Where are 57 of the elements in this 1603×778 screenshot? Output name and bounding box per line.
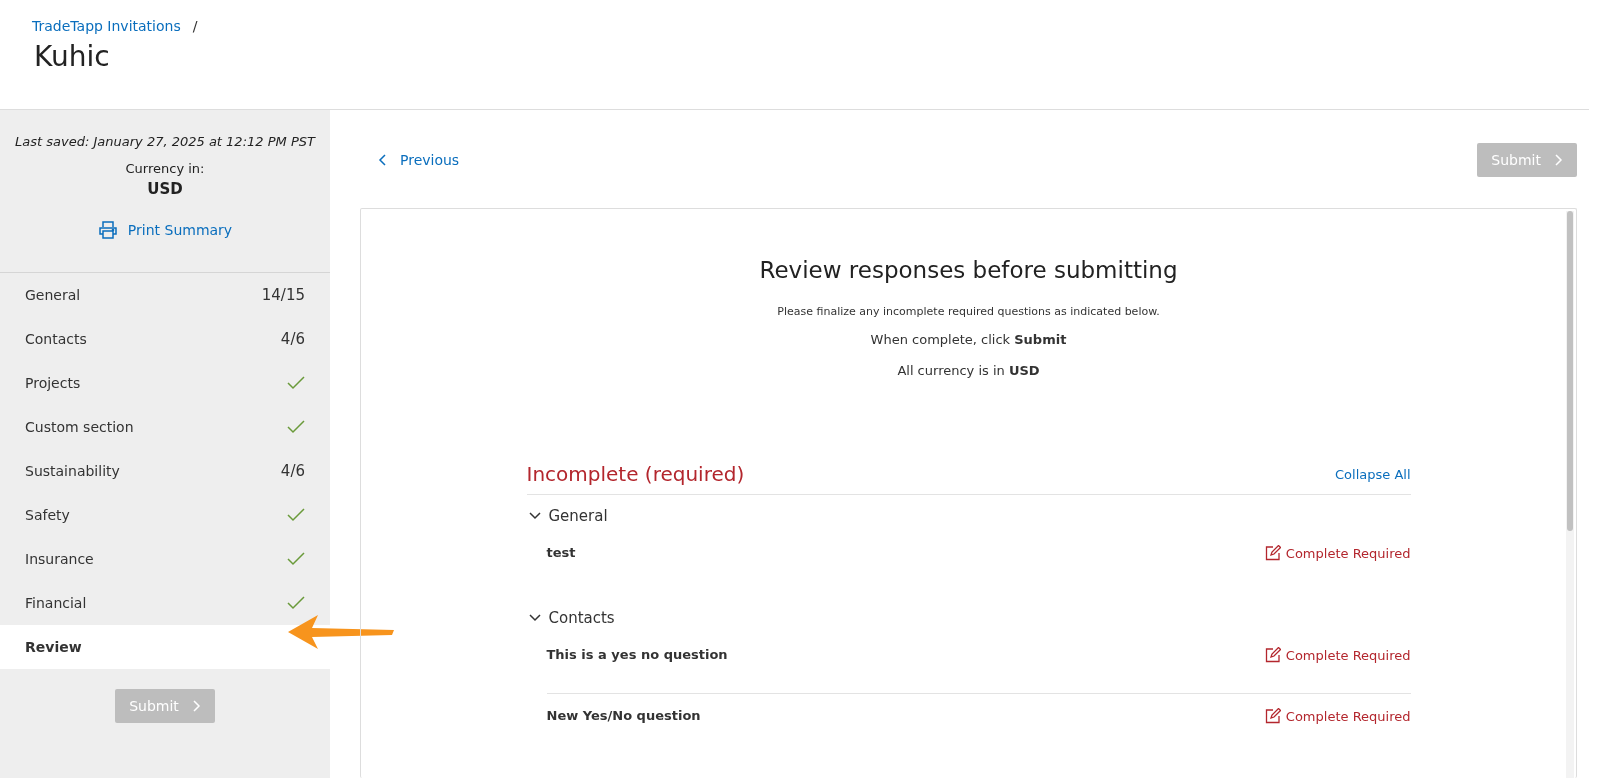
section-nav-item[interactable]: Safety: [0, 493, 330, 537]
last-saved-text: Last saved: January 27, 2025 at 12:12 PM PST: [14, 134, 317, 149]
checkmark-icon: [287, 508, 305, 522]
chevron-icon: [528, 512, 541, 520]
section-label: Review: [25, 639, 82, 655]
section-label: Safety: [25, 507, 70, 523]
currency-note-text: All currency is in USD: [896, 363, 1041, 378]
collapse-all-link[interactable]: Collapse All: [1335, 466, 1411, 482]
question-text: test: [546, 545, 576, 561]
section-label: Projects: [25, 375, 81, 391]
checkmark-icon: [287, 376, 305, 390]
section-progress: 14/15: [261, 286, 305, 304]
section-nav-item[interactable]: Financial: [0, 581, 330, 625]
page-title: Kuhic: [34, 40, 111, 73]
breadcrumb-separator: /: [192, 18, 198, 34]
chevron-right-icon: [192, 700, 201, 712]
group-heading: Incomplete (required): [526, 462, 745, 486]
chevron-right-icon: [1555, 154, 1563, 166]
chevron-left-icon: [378, 154, 386, 166]
checkmark-icon: [287, 596, 305, 610]
currency-label: Currency in:: [124, 161, 206, 176]
section-label: Financial: [25, 595, 87, 611]
complete-required-link[interactable]: Complete Required: [1264, 708, 1411, 724]
review-heading: Review responses before submitting: [758, 257, 1179, 283]
section-nav-item[interactable]: General 14/15: [0, 273, 330, 317]
print-summary-link[interactable]: Print Summary: [97, 220, 233, 240]
section-toggle[interactable]: Contacts: [526, 597, 1411, 633]
printer-icon: [97, 220, 118, 240]
previous-link[interactable]: Previous: [378, 152, 460, 168]
section-nav-item[interactable]: Projects: [0, 361, 330, 405]
section-toggle[interactable]: General: [526, 495, 1411, 531]
section-label: Insurance: [25, 551, 94, 567]
chevron-icon: [528, 614, 541, 622]
section-label: Sustainability: [25, 463, 120, 479]
edit-icon: [1264, 647, 1281, 663]
section-nav-item[interactable]: Custom section: [0, 405, 330, 449]
section-nav-item[interactable]: Sustainability 4/6: [0, 449, 330, 493]
checkmark-icon: [287, 552, 305, 566]
edit-icon: [1264, 708, 1281, 724]
currency-value: USD: [146, 180, 184, 198]
instruction-text: Please finalize any incomplete required questions as indicated below.: [776, 305, 1161, 318]
complete-required-link[interactable]: Complete Required: [1264, 647, 1411, 663]
submit-hint-text: When complete, click Submit: [869, 332, 1068, 347]
breadcrumb-link[interactable]: TradeTapp Invitations: [32, 18, 181, 34]
section-nav-item[interactable]: Contacts 4/6: [0, 317, 330, 361]
section-progress: 4/6: [280, 462, 305, 480]
section-nav-item[interactable]: Insurance: [0, 537, 330, 581]
complete-required-link[interactable]: Complete Required: [1264, 545, 1411, 561]
section-progress: 4/6: [280, 330, 305, 348]
edit-icon: [1264, 545, 1281, 561]
section-label: Custom section: [25, 419, 134, 435]
question-text: This is a yes no question: [546, 647, 728, 663]
question-text: New Yes/No question: [546, 708, 701, 724]
section-label: General: [25, 287, 81, 303]
section-label: Contacts: [25, 331, 87, 347]
checkmark-icon: [287, 420, 305, 434]
section-nav-item[interactable]: Review: [0, 625, 330, 669]
